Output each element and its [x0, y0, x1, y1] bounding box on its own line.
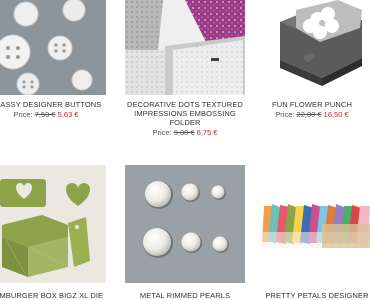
product-image[interactable] — [0, 0, 106, 95]
product-title[interactable]: PRETTY PETALS DESIGNER — [252, 291, 370, 300]
embossing-folder-photo — [125, 0, 245, 95]
pearls-photo — [125, 165, 245, 283]
hamburger-box-photo — [0, 165, 106, 283]
petals-photo — [262, 202, 370, 248]
product-image[interactable] — [262, 202, 370, 248]
buttons-photo — [0, 0, 106, 95]
product-title[interactable]: CLASSY DESIGNER BUTTONS — [0, 100, 111, 109]
product-image[interactable] — [125, 165, 245, 283]
product-price: Price: 9,00 € 6,75 € — [120, 128, 250, 137]
product-title[interactable]: METAL RIMMED PEARLS — [120, 291, 250, 300]
price-label: Price: — [275, 110, 295, 119]
old-price: 9,00 € — [173, 128, 195, 137]
price-label: Price: — [152, 128, 172, 137]
product-title[interactable]: FUN FLOWER PUNCH — [247, 100, 370, 109]
product-image[interactable] — [262, 0, 362, 95]
product-image[interactable] — [0, 165, 106, 283]
sale-price: 5,63 € — [57, 110, 79, 119]
product-price: Price: 22,00 € 16,50 € — [247, 110, 370, 119]
product-image[interactable] — [125, 0, 245, 95]
old-price: 22,00 € — [296, 110, 322, 119]
sale-price: 6,75 € — [196, 128, 218, 137]
product-price: Price: 7,50 € 5,63 € — [0, 110, 111, 119]
product-grid: CLASSY DESIGNER BUTTONS Price: 7,50 € 5,… — [0, 0, 370, 300]
product-title[interactable]: DECORATIVE DOTS TEXTURED IMPRESSIONS EMB… — [120, 100, 250, 127]
price-label: Price: — [13, 110, 33, 119]
old-price: 7,50 € — [34, 110, 56, 119]
sale-price: 16,50 € — [323, 110, 349, 119]
product-title[interactable]: HAMBURGER BOX BIGZ XL DIE — [0, 291, 111, 300]
punch-photo — [262, 0, 362, 95]
